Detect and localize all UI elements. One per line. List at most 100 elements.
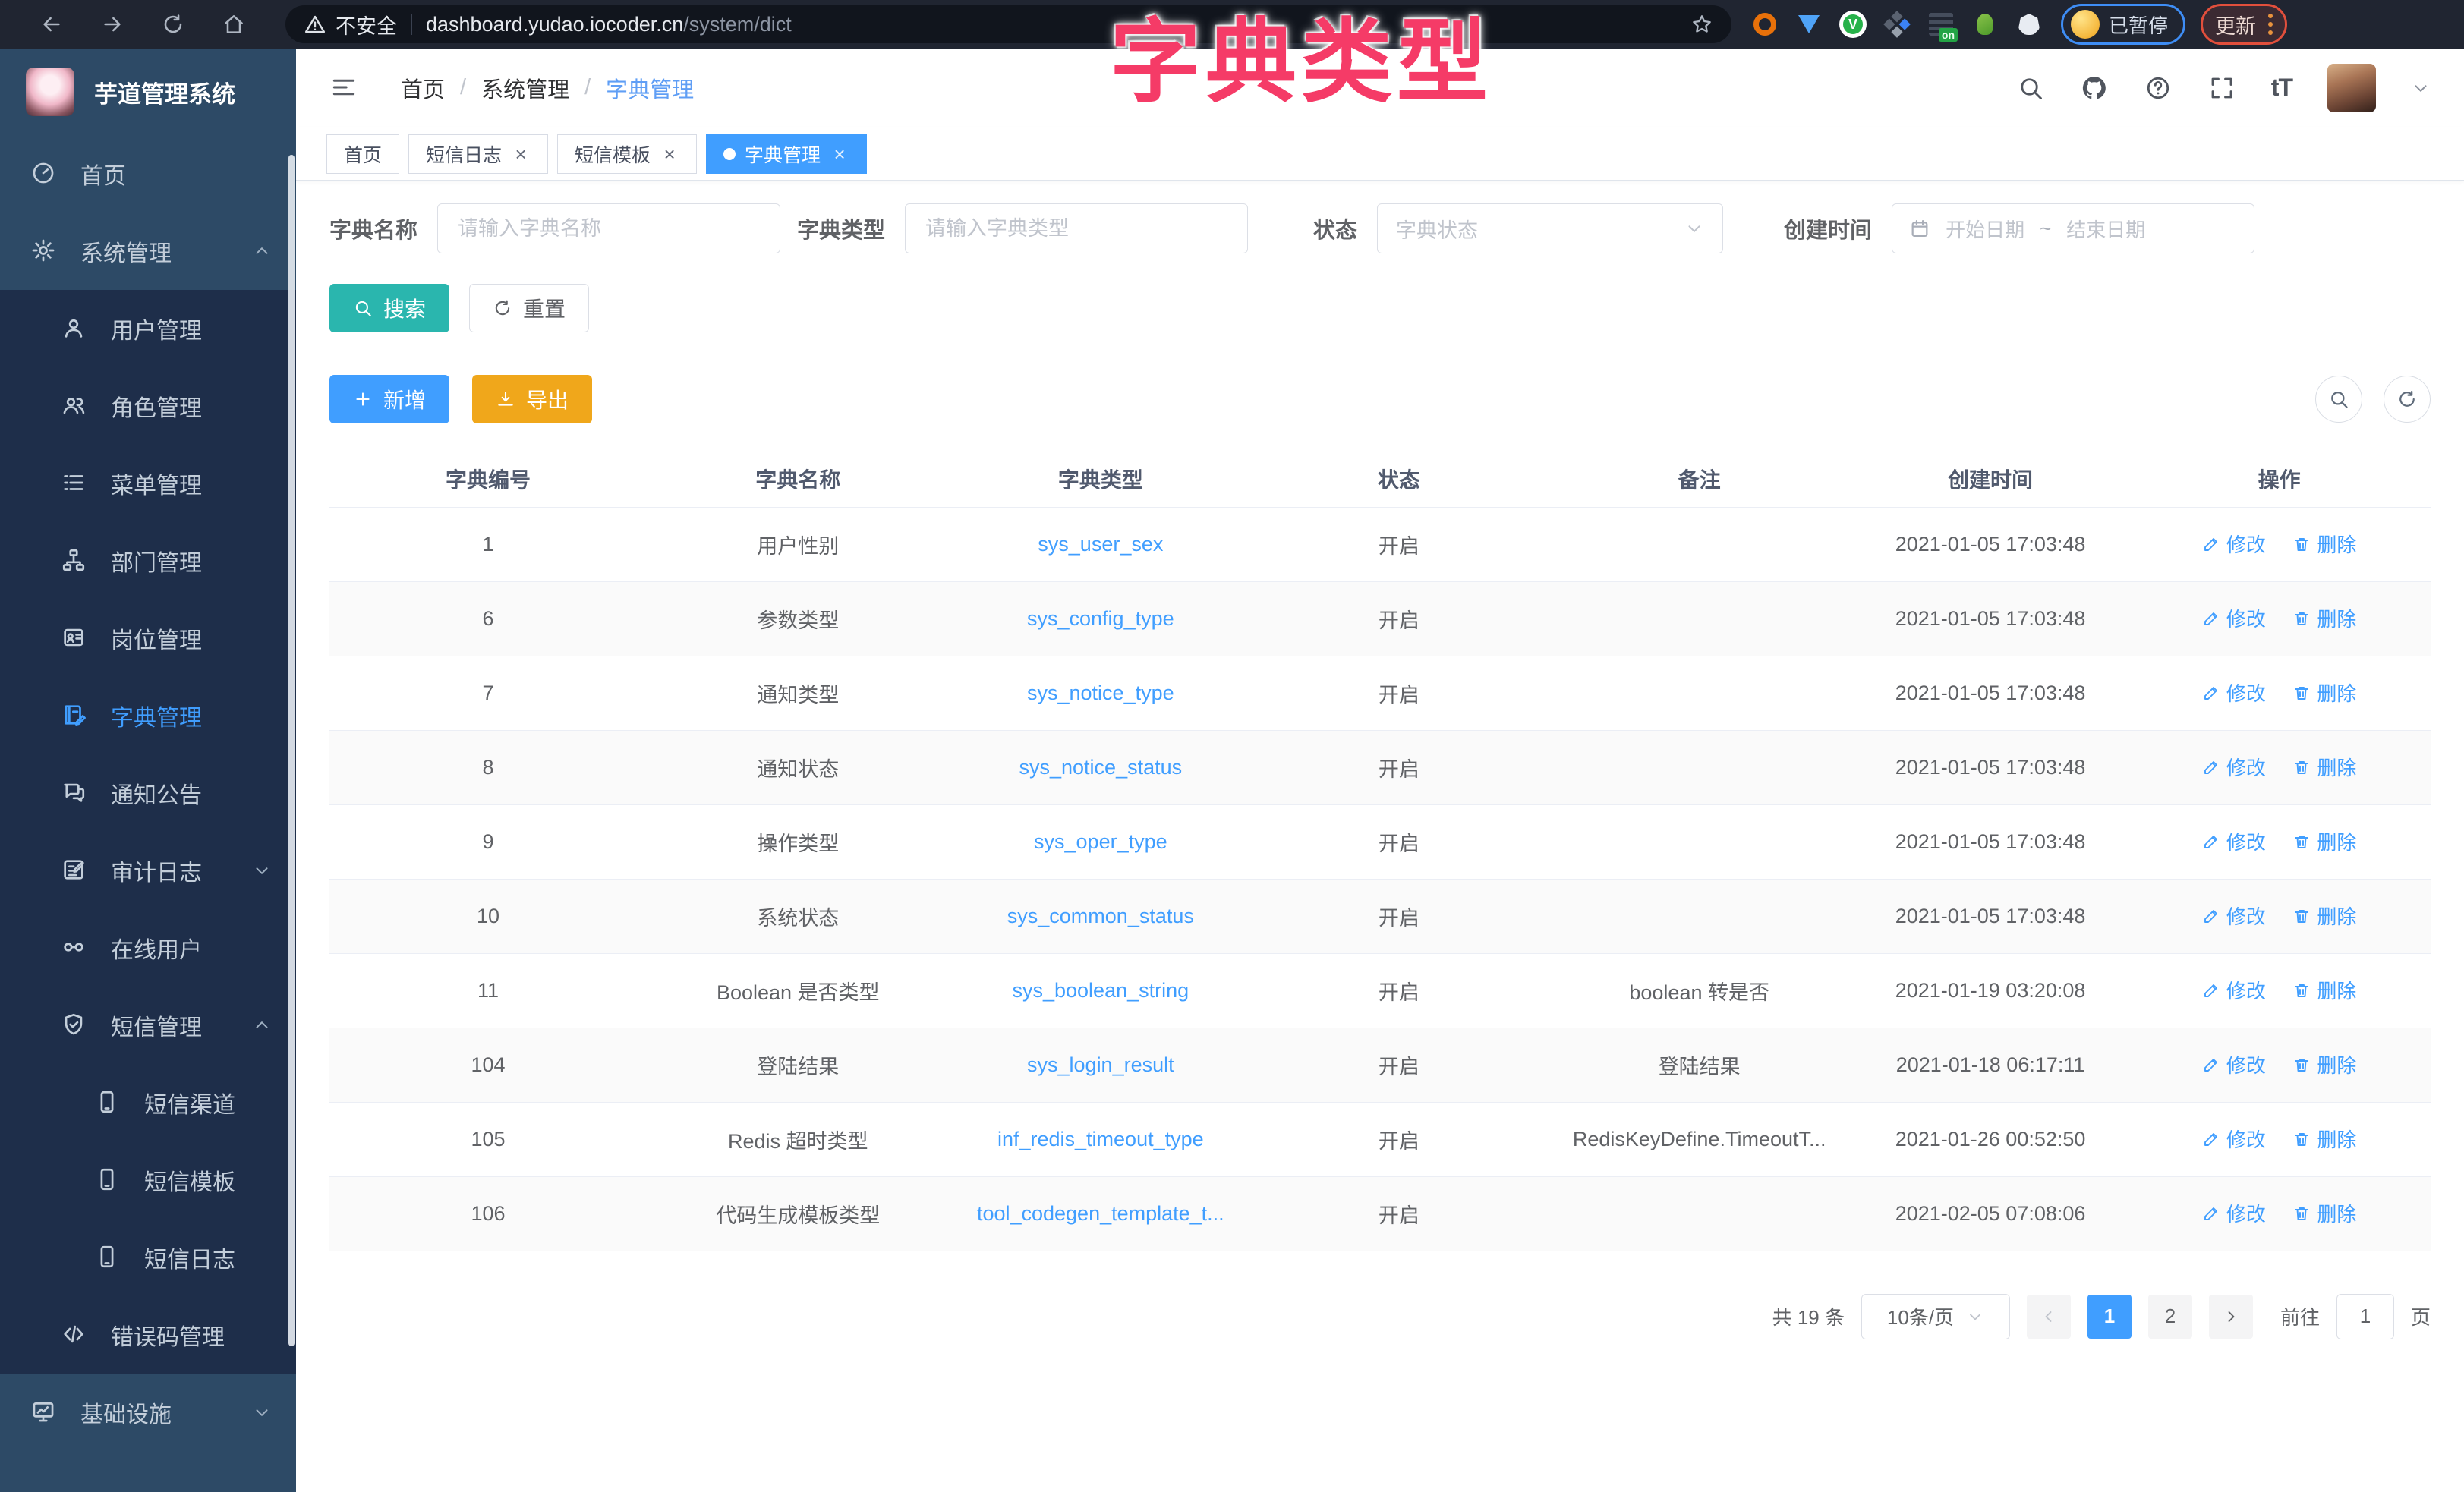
sidebar-item-role[interactable]: 角色管理 [0,367,296,445]
chevron-down-icon[interactable] [2411,78,2431,98]
edit-button[interactable]: 修改 [2202,753,2266,781]
reload-icon[interactable] [152,3,194,46]
sidebar-scrollbar[interactable] [288,155,295,1346]
search-icon[interactable] [2016,74,2045,102]
goto-page-input[interactable] [2336,1294,2394,1339]
sidebar-item-sms-log[interactable]: 短信日志 [0,1219,296,1296]
delete-button[interactable]: 删除 [2292,1125,2356,1153]
sidebar-item-online-user[interactable]: 在线用户 [0,909,296,987]
delete-button[interactable]: 删除 [2292,753,2356,781]
breadcrumb-item[interactable]: 字典管理 [606,72,694,104]
sidebar-item-dept[interactable]: 部门管理 [0,522,296,600]
forward-icon[interactable] [91,3,134,46]
sidebar-item-dict[interactable]: 字典管理 [0,677,296,754]
dict-type-link[interactable]: sys_login_result [1027,1053,1174,1076]
close-icon[interactable]: × [660,144,679,164]
sidebar-item-home[interactable]: 首页 [0,135,296,212]
delete-button[interactable]: 删除 [2292,827,2356,855]
font-size-icon[interactable]: tT [2271,74,2292,102]
paused-extension-badge[interactable]: 已暂停 [2061,4,2185,45]
edit-button[interactable]: 修改 [2202,902,2266,930]
edit-button[interactable]: 修改 [2202,530,2266,558]
tab-dict[interactable]: 字典管理 × [706,134,867,174]
export-button[interactable]: 导出 [472,375,592,423]
dict-type-link[interactable]: sys_common_status [1007,905,1194,927]
reset-button[interactable]: 重置 [469,284,589,332]
delete-button[interactable]: 删除 [2292,1050,2356,1078]
page-size-select[interactable]: 10条/页 [1861,1294,2010,1339]
sidebar-item-error-code[interactable]: 错误码管理 [0,1296,296,1374]
sidebar-item-infra[interactable]: 基础设施 [0,1374,296,1451]
sidebar-item-audit-log[interactable]: 审计日志 [0,832,296,909]
dict-type-link[interactable]: sys_boolean_string [1012,979,1189,1002]
sidebar-item-sms[interactable]: 短信管理 [0,987,296,1064]
edit-button[interactable]: 修改 [2202,1199,2266,1227]
edit-button[interactable]: 修改 [2202,827,2266,855]
status-select[interactable]: 字典状态 [1377,203,1723,253]
sidebar-item-notice[interactable]: 通知公告 [0,754,296,832]
edit-button[interactable]: 修改 [2202,976,2266,1004]
help-icon[interactable] [2144,74,2173,102]
dict-type-link[interactable]: sys_notice_type [1027,681,1174,704]
target-icon[interactable] [1751,11,1779,38]
date-range-picker[interactable]: 开始日期 ~ 结束日期 [1892,203,2254,253]
sprout-icon[interactable] [1971,11,1999,38]
delete-button[interactable]: 删除 [2292,604,2356,632]
edit-button[interactable]: 修改 [2202,1125,2266,1153]
edit-button[interactable]: 修改 [2202,1050,2266,1078]
page-2-button[interactable]: 2 [2148,1295,2192,1339]
sidebar-item-post[interactable]: 岗位管理 [0,600,296,677]
sidebar-item-user[interactable]: 用户管理 [0,290,296,367]
back-icon[interactable] [30,3,73,46]
dict-type-link[interactable]: sys_config_type [1027,607,1174,630]
grid-icon[interactable] [1883,11,1911,38]
update-button[interactable]: 更新 [2201,4,2287,45]
breadcrumb-item[interactable]: 系统管理 [481,72,569,104]
tab-sms-template[interactable]: 短信模板 × [557,134,697,174]
add-button[interactable]: 新增 [329,375,449,423]
not-secure-warning-icon[interactable] [304,13,326,36]
close-icon[interactable]: × [511,144,531,164]
dict-name-input[interactable] [437,203,780,253]
search-button[interactable]: 搜索 [329,284,449,332]
browser-menu-icon[interactable] [2268,14,2273,35]
terminal-on-icon[interactable]: on [1927,11,1955,38]
edit-button[interactable]: 修改 [2202,604,2266,632]
hamburger-icon[interactable] [329,73,360,103]
bookmark-star-icon[interactable] [1690,13,1713,36]
dict-type-link[interactable]: sys_oper_type [1034,830,1167,853]
home-icon[interactable] [213,3,255,46]
dict-type-link[interactable]: inf_redis_timeout_type [997,1128,1204,1150]
next-page-button[interactable] [2209,1295,2253,1339]
dict-type-link[interactable]: sys_user_sex [1038,533,1163,556]
dict-type-link[interactable]: sys_notice_status [1019,756,1183,779]
refresh-table-button[interactable] [2384,376,2431,423]
close-icon[interactable]: × [830,144,849,164]
v-badge-icon[interactable]: V [1839,11,1867,38]
page-1-button[interactable]: 1 [2087,1295,2132,1339]
app-logo[interactable]: 芋道管理系统 [0,49,296,135]
sidebar-item-sms-template[interactable]: 短信模板 [0,1141,296,1219]
edit-button[interactable]: 修改 [2202,678,2266,707]
delete-button[interactable]: 删除 [2292,530,2356,558]
prev-page-button[interactable] [2027,1295,2071,1339]
dict-type-input[interactable] [905,203,1248,253]
sidebar-item-menu[interactable]: 菜单管理 [0,445,296,522]
gem-icon[interactable] [1795,11,1823,38]
tab-sms-log[interactable]: 短信日志 × [408,134,548,174]
delete-button[interactable]: 删除 [2292,1199,2356,1227]
dict-type-link[interactable]: tool_codegen_template_t... [977,1202,1224,1225]
tab-home[interactable]: 首页 [326,134,399,174]
fullscreen-icon[interactable] [2207,74,2236,102]
delete-button[interactable]: 删除 [2292,678,2356,707]
delete-button[interactable]: 删除 [2292,976,2356,1004]
sidebar-item-sms-channel[interactable]: 短信渠道 [0,1064,296,1141]
sidebar-item-system[interactable]: 系统管理 [0,212,296,290]
address-bar[interactable]: 不安全 dashboard.yudao.iocoder.cn/system/di… [285,5,1731,43]
breadcrumb-item[interactable]: 首页 [401,72,445,104]
show-search-button[interactable] [2315,376,2362,423]
github-icon[interactable] [2080,74,2109,102]
user-avatar[interactable] [2327,64,2376,112]
paw-icon[interactable] [2015,11,2043,38]
delete-button[interactable]: 删除 [2292,902,2356,930]
